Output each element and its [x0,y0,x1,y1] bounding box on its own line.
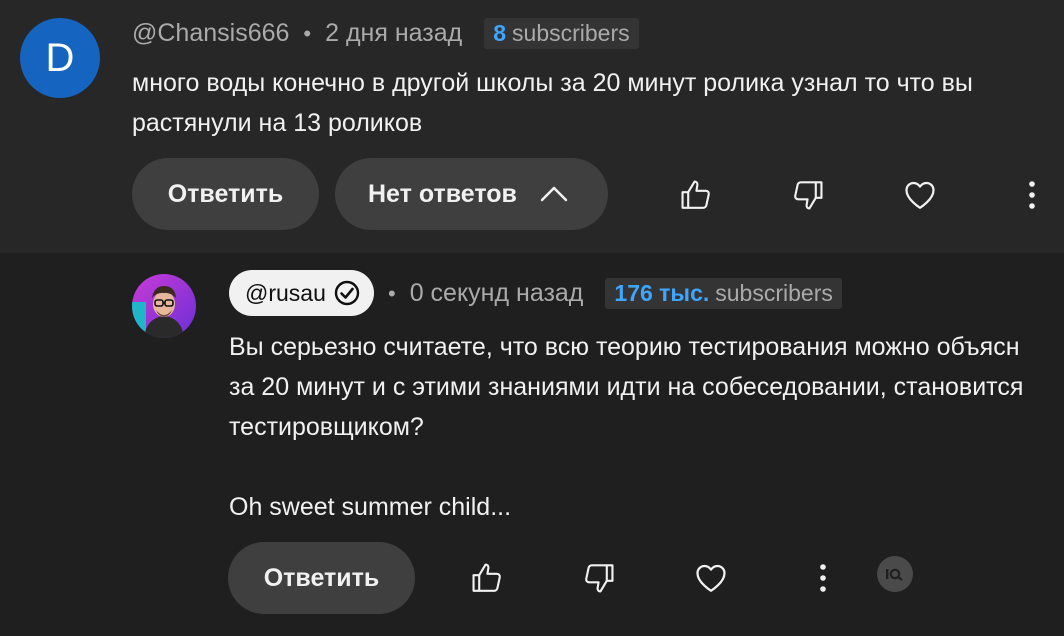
reply-meta: • 0 секунд назад 176 тыс. subscribers [374,278,842,309]
subscriber-count: 8 [493,20,507,46]
reply-author: @rusau [245,279,326,306]
comment-author[interactable]: @Chansis666 [132,19,289,48]
reply-timestamp[interactable]: 0 секунд назад [410,279,584,308]
reply-text-line: за 20 минут и с этими знаниями идти на с… [229,373,1024,401]
chevron-up-icon [539,184,569,204]
subscriber-count: 176 тыс. [614,280,710,306]
reply-text-line: Oh sweet summer child... [229,493,512,521]
subscriber-badge: 176 тыс. subscribers [605,278,842,309]
comment-text-line: растянули на 13 роликов [132,109,423,137]
comment-text-line: много воды конечно в другой школы за 20 … [132,69,973,97]
avatar-letter: D [45,35,75,80]
separator-dot: • [303,20,312,46]
reply-avatar[interactable] [132,274,196,338]
separator-dot: • [388,280,396,306]
thumbs-down-icon[interactable] [579,558,619,598]
subscriber-label: subscribers [512,20,630,46]
reply-button[interactable]: Ответить [228,542,415,614]
reply-button-label: Ответить [167,179,284,208]
comment-timestamp[interactable]: 2 дня назад [325,19,462,48]
replies-toggle-button[interactable]: Нет ответов [335,158,608,230]
more-vertical-icon[interactable] [1018,175,1046,215]
reply-button-label: Ответить [263,563,380,592]
subscriber-label: subscribers [715,280,833,306]
author-badge[interactable]: @rusau [229,270,374,316]
thumbs-up-icon[interactable] [467,558,507,598]
comment-meta: @Chansis666 • 2 дня назад 8 subscribers [132,18,639,49]
thumbs-up-icon[interactable] [676,175,716,215]
reply-text-line: тестировщиком? [229,413,424,441]
reply-text-line: Вы серьезно считаете, что всю теорию тес… [229,333,1020,361]
avatar[interactable]: D [20,18,100,98]
replies-toggle-label: Нет ответов [368,179,517,208]
thumbs-down-icon[interactable] [788,175,828,215]
subscriber-badge: 8 subscribers [484,18,639,49]
more-vertical-icon[interactable] [809,558,837,598]
top-comment: D @Chansis666 • 2 дня назад 8 subscriber… [0,0,1064,253]
heart-icon[interactable] [900,175,940,215]
reply-button[interactable]: Ответить [132,158,319,230]
heart-icon[interactable] [691,558,731,598]
extension-badge-icon[interactable] [877,556,913,592]
verified-icon [334,280,360,306]
